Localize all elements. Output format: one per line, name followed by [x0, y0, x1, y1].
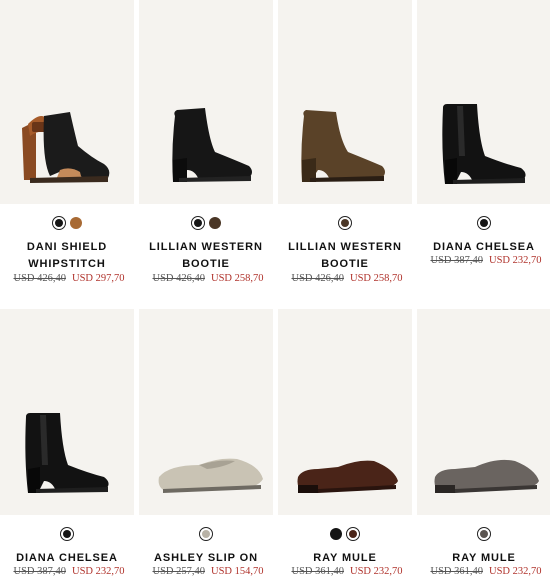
product-name-line1: DIANA CHELSEA [16, 552, 118, 564]
product-image[interactable] [139, 0, 273, 204]
sale-price: USD 258,70 [350, 273, 403, 284]
color-swatches [278, 216, 412, 230]
product-card[interactable]: DIANA CHELSEA USD 387,40 USD 232,70 [417, 0, 550, 300]
original-price: USD 257,40 [152, 566, 205, 577]
price: USD 426,40 USD 258,70 [139, 273, 277, 284]
color-swatch[interactable] [199, 527, 213, 541]
color-swatch[interactable] [346, 527, 360, 541]
product-name[interactable]: ASHLEY SLIP ON [139, 550, 273, 567]
price: USD 361,40 USD 232,70 [417, 566, 550, 577]
original-price: USD 426,40 [13, 273, 66, 284]
price: USD 387,40 USD 232,70 [417, 255, 550, 266]
product-card[interactable]: ASHLEY SLIP ON USD 257,40 USD 154,70 [139, 309, 273, 587]
color-swatch[interactable] [209, 217, 221, 229]
product-name-line2: WHIPSTITCH [28, 258, 106, 270]
original-price: USD 426,40 [152, 273, 205, 284]
color-swatch[interactable] [60, 527, 74, 541]
price: USD 426,40 USD 297,70 [0, 273, 138, 284]
price: USD 257,40 USD 154,70 [139, 566, 277, 577]
original-price: USD 426,40 [291, 273, 344, 284]
product-name[interactable]: LILLIAN WESTERN BOOTIE [278, 239, 412, 273]
color-swatch[interactable] [338, 216, 352, 230]
product-name-line1: LILLIAN WESTERN [288, 241, 402, 253]
product-name[interactable]: RAY MULE [417, 550, 550, 567]
product-name-line1: DANI SHIELD [26, 241, 108, 253]
product-image[interactable] [139, 309, 273, 515]
product-name[interactable]: LILLIAN WESTERN BOOTIE [139, 239, 273, 273]
product-card[interactable]: DANI SHIELD WHIPSTITCH USD 426,40 USD 297,7… [0, 0, 134, 300]
product-card[interactable]: DIANA CHELSEA USD 387,40 USD 232,70 [0, 309, 134, 587]
color-swatch[interactable] [52, 216, 66, 230]
product-name-line1: LILLIAN WESTERN [149, 241, 263, 253]
product-image[interactable] [417, 0, 550, 204]
color-swatches [417, 527, 550, 541]
product-grid: DANI SHIELD WHIPSTITCH USD 426,40 USD 297,7… [0, 0, 550, 587]
product-image[interactable] [278, 0, 412, 204]
color-swatch[interactable] [477, 216, 491, 230]
color-swatches [139, 216, 273, 230]
product-card[interactable]: LILLIAN WESTERN BOOTIE USD 426,40 USD 258,7… [139, 0, 273, 300]
original-price: USD 361,40 [291, 566, 344, 577]
sale-price: USD 297,70 [72, 273, 125, 284]
product-card[interactable]: RAY MULE USD 361,40 USD 232,70 [417, 309, 550, 587]
product-name-line2: BOOTIE [182, 258, 230, 270]
sale-price: USD 232,70 [72, 566, 125, 577]
color-swatches [139, 527, 273, 541]
product-name[interactable]: RAY MULE [278, 550, 412, 567]
product-name-line2: BOOTIE [321, 258, 369, 270]
product-name-line1: RAY MULE [313, 552, 377, 564]
color-swatches [0, 216, 134, 230]
original-price: USD 387,40 [430, 255, 483, 266]
sale-price: USD 154,70 [211, 566, 264, 577]
product-image[interactable] [417, 309, 550, 515]
product-card[interactable]: LILLIAN WESTERN BOOTIE USD 426,40 USD 258,7… [278, 0, 412, 300]
color-swatches [278, 527, 412, 541]
product-name[interactable]: DANI SHIELD WHIPSTITCH [0, 239, 134, 273]
product-card[interactable]: RAY MULE USD 361,40 USD 232,70 [278, 309, 412, 587]
product-name[interactable]: DIANA CHELSEA [417, 239, 550, 256]
sale-price: USD 232,70 [489, 255, 542, 266]
color-swatch[interactable] [191, 216, 205, 230]
original-price: USD 361,40 [430, 566, 483, 577]
product-name-line1: DIANA CHELSEA [433, 241, 535, 253]
price: USD 387,40 USD 232,70 [0, 566, 138, 577]
price: USD 361,40 USD 232,70 [278, 566, 416, 577]
product-image[interactable] [278, 309, 412, 515]
product-image[interactable] [0, 309, 134, 515]
color-swatch[interactable] [477, 527, 491, 541]
color-swatch[interactable] [70, 217, 82, 229]
sale-price: USD 232,70 [489, 566, 542, 577]
color-swatches [0, 527, 134, 541]
sale-price: USD 258,70 [211, 273, 264, 284]
original-price: USD 387,40 [13, 566, 66, 577]
product-name-line1: RAY MULE [452, 552, 516, 564]
sale-price: USD 232,70 [350, 566, 403, 577]
product-name-line1: ASHLEY SLIP ON [154, 552, 258, 564]
color-swatch[interactable] [330, 528, 342, 540]
color-swatches [417, 216, 550, 230]
product-image[interactable] [0, 0, 134, 204]
product-name[interactable]: DIANA CHELSEA [0, 550, 134, 567]
price: USD 426,40 USD 258,70 [278, 273, 416, 284]
